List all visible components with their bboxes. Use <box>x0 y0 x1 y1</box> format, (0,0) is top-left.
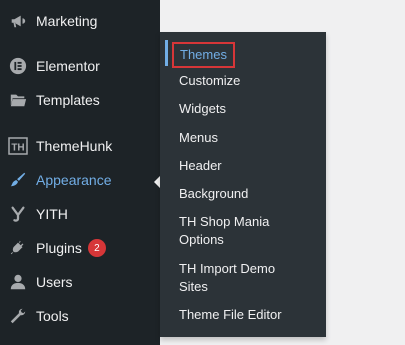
wrench-icon <box>0 307 36 325</box>
sidebar-item-users[interactable]: Users <box>0 265 160 299</box>
admin-sidebar: Marketing Elementor Templates TH ThemeHu… <box>0 0 160 345</box>
sidebar-item-label: ThemeHunk <box>36 138 113 154</box>
submenu-item-header[interactable]: Header <box>179 157 319 175</box>
sidebar-item-marketing[interactable]: Marketing <box>0 4 160 38</box>
sidebar-item-label: Tools <box>36 308 69 324</box>
submenu-item-theme-file-editor[interactable]: Theme File Editor <box>179 306 319 324</box>
user-icon <box>0 273 36 291</box>
update-count-badge: 2 <box>87 239 106 257</box>
submenu-item-th-import-demo-sites[interactable]: TH Import Demo Sites <box>179 260 289 296</box>
sidebar-item-tools[interactable]: Tools <box>0 299 160 333</box>
submenu-item-th-shop-mania-options[interactable]: TH Shop Mania Options <box>179 213 289 249</box>
submenu-item-customize[interactable]: Customize <box>179 72 319 90</box>
sidebar-item-elementor[interactable]: Elementor <box>0 49 160 83</box>
th-logo-icon: TH <box>0 137 36 155</box>
sidebar-item-label: Elementor <box>36 58 100 74</box>
submenu-item-menus[interactable]: Menus <box>179 129 319 147</box>
plug-icon <box>0 239 36 257</box>
submenu-item-themes[interactable]: Themes <box>172 42 235 68</box>
appearance-flyout-submenu: Themes Customize Widgets Menus Header Ba… <box>160 32 326 337</box>
folder-icon <box>0 91 36 109</box>
sidebar-item-label: YITH <box>36 206 68 222</box>
yith-icon <box>0 205 36 223</box>
svg-text:TH: TH <box>11 143 24 154</box>
sidebar-item-yith[interactable]: YITH <box>0 197 160 231</box>
sidebar-item-templates[interactable]: Templates <box>0 83 160 117</box>
sidebar-item-label: Templates <box>36 92 100 108</box>
sidebar-item-label: Appearance <box>36 172 112 188</box>
elementor-icon <box>0 57 36 75</box>
submenu-item-background[interactable]: Background <box>179 185 319 203</box>
paintbrush-icon <box>0 171 36 189</box>
sidebar-item-appearance[interactable]: Appearance <box>0 163 160 197</box>
current-item-indicator <box>165 40 168 66</box>
sidebar-item-label: Plugins <box>36 240 82 256</box>
sidebar-item-label: Marketing <box>36 13 98 29</box>
megaphone-icon <box>0 12 36 30</box>
sidebar-item-plugins[interactable]: Plugins 2 <box>0 231 160 265</box>
sidebar-item-label: Users <box>36 274 73 290</box>
sidebar-item-themehunk[interactable]: TH ThemeHunk <box>0 129 160 163</box>
submenu-item-widgets[interactable]: Widgets <box>179 100 319 118</box>
